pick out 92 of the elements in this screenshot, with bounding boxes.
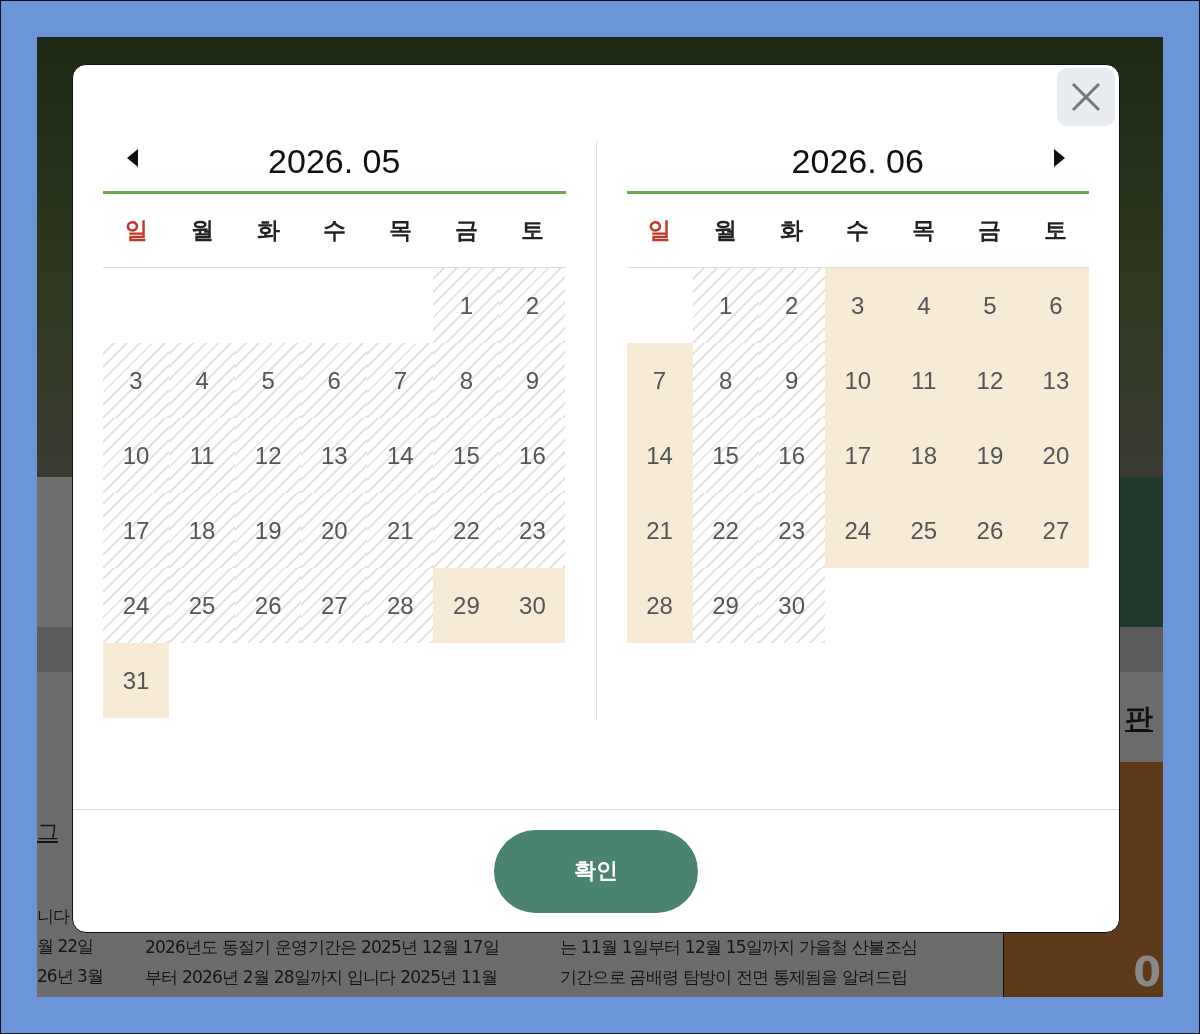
left-triangle-icon (127, 149, 139, 167)
available-date[interactable]: 19 (956, 418, 1023, 493)
unavailable-date: 29 (692, 568, 759, 643)
available-date[interactable]: 13 (1022, 343, 1089, 418)
confirm-button[interactable]: 확인 (494, 829, 698, 913)
available-date[interactable]: 24 (824, 493, 891, 568)
unavailable-date: 1 (433, 268, 500, 343)
available-date[interactable]: 10 (824, 343, 891, 418)
weekday-label: 월 (189, 216, 215, 245)
unavailable-date: 17 (103, 493, 170, 568)
weekday-label: 토 (519, 216, 545, 245)
right-triangle-icon (1053, 149, 1065, 167)
weekday-label: 토 (1043, 216, 1069, 245)
unavailable-date: 20 (301, 493, 368, 568)
weekday-label: 목 (911, 216, 937, 245)
unavailable-date: 22 (692, 493, 759, 568)
unavailable-date: 2 (499, 268, 566, 343)
unavailable-date: 26 (235, 568, 302, 643)
unavailable-date: 16 (499, 418, 566, 493)
available-date[interactable]: 30 (499, 568, 566, 643)
available-date[interactable]: 4 (890, 268, 957, 343)
unavailable-date: 18 (169, 493, 236, 568)
available-date[interactable]: 11 (890, 343, 957, 418)
available-date[interactable]: 27 (1022, 493, 1089, 568)
available-date[interactable]: 7 (626, 343, 693, 418)
unavailable-date: 28 (367, 568, 434, 643)
unavailable-date: 24 (103, 568, 170, 643)
available-date[interactable]: 5 (956, 268, 1023, 343)
unavailable-date: 1 (692, 268, 759, 343)
close-button[interactable] (1057, 68, 1115, 126)
unavailable-date: 23 (758, 493, 825, 568)
available-date[interactable]: 3 (824, 268, 891, 343)
unavailable-date: 13 (301, 418, 368, 493)
unavailable-date: 8 (433, 343, 500, 418)
weekday-label: 월 (713, 216, 739, 245)
available-date[interactable]: 31 (103, 643, 170, 718)
unavailable-date: 3 (103, 343, 170, 418)
unavailable-date: 21 (367, 493, 434, 568)
month-title: 2026. 06 (791, 141, 924, 181)
available-date[interactable]: 25 (890, 493, 957, 568)
unavailable-date: 5 (235, 343, 302, 418)
available-date[interactable]: 20 (1022, 418, 1089, 493)
available-date[interactable]: 18 (890, 418, 957, 493)
available-date[interactable]: 17 (824, 418, 891, 493)
news-text: 26년 3월 (37, 965, 104, 988)
news-text: 기간으로 곰배령 탐방이 전면 통제됨을 알려드립 (560, 966, 909, 989)
available-date[interactable]: 12 (956, 343, 1023, 418)
unavailable-date: 8 (692, 343, 759, 418)
unavailable-date: 30 (758, 568, 825, 643)
weekday-label: 금 (977, 216, 1003, 245)
unavailable-date: 23 (499, 493, 566, 568)
unavailable-date: 4 (169, 343, 236, 418)
unavailable-date: 6 (301, 343, 368, 418)
available-date[interactable]: 28 (626, 568, 693, 643)
unavailable-date: 11 (169, 418, 236, 493)
unavailable-date: 7 (367, 343, 434, 418)
available-date[interactable]: 14 (626, 418, 693, 493)
available-date[interactable]: 29 (433, 568, 500, 643)
news-text: 부터 2026년 2월 28일까지 입니다 2025년 11월 (145, 966, 499, 989)
news-text: 는 11월 1일부터 12월 15일까지 가을철 산불조심 (560, 936, 918, 959)
card-number: 0 (1133, 949, 1161, 995)
news-text: 그 (37, 818, 59, 846)
unavailable-date: 22 (433, 493, 500, 568)
close-icon (1070, 81, 1102, 113)
news-text: 니다 (37, 905, 71, 928)
unavailable-date: 15 (433, 418, 500, 493)
unavailable-date: 15 (692, 418, 759, 493)
weekday-label: 목 (387, 216, 413, 245)
unavailable-date: 12 (235, 418, 302, 493)
available-date[interactable]: 26 (956, 493, 1023, 568)
unavailable-date: 9 (499, 343, 566, 418)
unavailable-date: 10 (103, 418, 170, 493)
weekday-label: 일 (647, 216, 673, 245)
section-heading: 판 (1125, 701, 1153, 737)
month-title: 2026. 05 (268, 141, 401, 181)
weekday-label: 수 (845, 216, 871, 245)
unavailable-date: 27 (301, 568, 368, 643)
weekday-label: 화 (255, 216, 281, 245)
news-text: 2026년도 동절기 운영기간은 2025년 12월 17일 (145, 936, 500, 959)
unavailable-date: 9 (758, 343, 825, 418)
unavailable-date: 25 (169, 568, 236, 643)
news-text: 월 22일 (37, 935, 95, 958)
unavailable-date: 19 (235, 493, 302, 568)
unavailable-date: 16 (758, 418, 825, 493)
available-date[interactable]: 21 (626, 493, 693, 568)
unavailable-date: 2 (758, 268, 825, 343)
weekday-label: 화 (779, 216, 805, 245)
weekday-label: 일 (123, 216, 149, 245)
available-date[interactable]: 6 (1022, 268, 1089, 343)
unavailable-date: 14 (367, 418, 434, 493)
weekday-label: 수 (321, 216, 347, 245)
weekday-label: 금 (453, 216, 479, 245)
